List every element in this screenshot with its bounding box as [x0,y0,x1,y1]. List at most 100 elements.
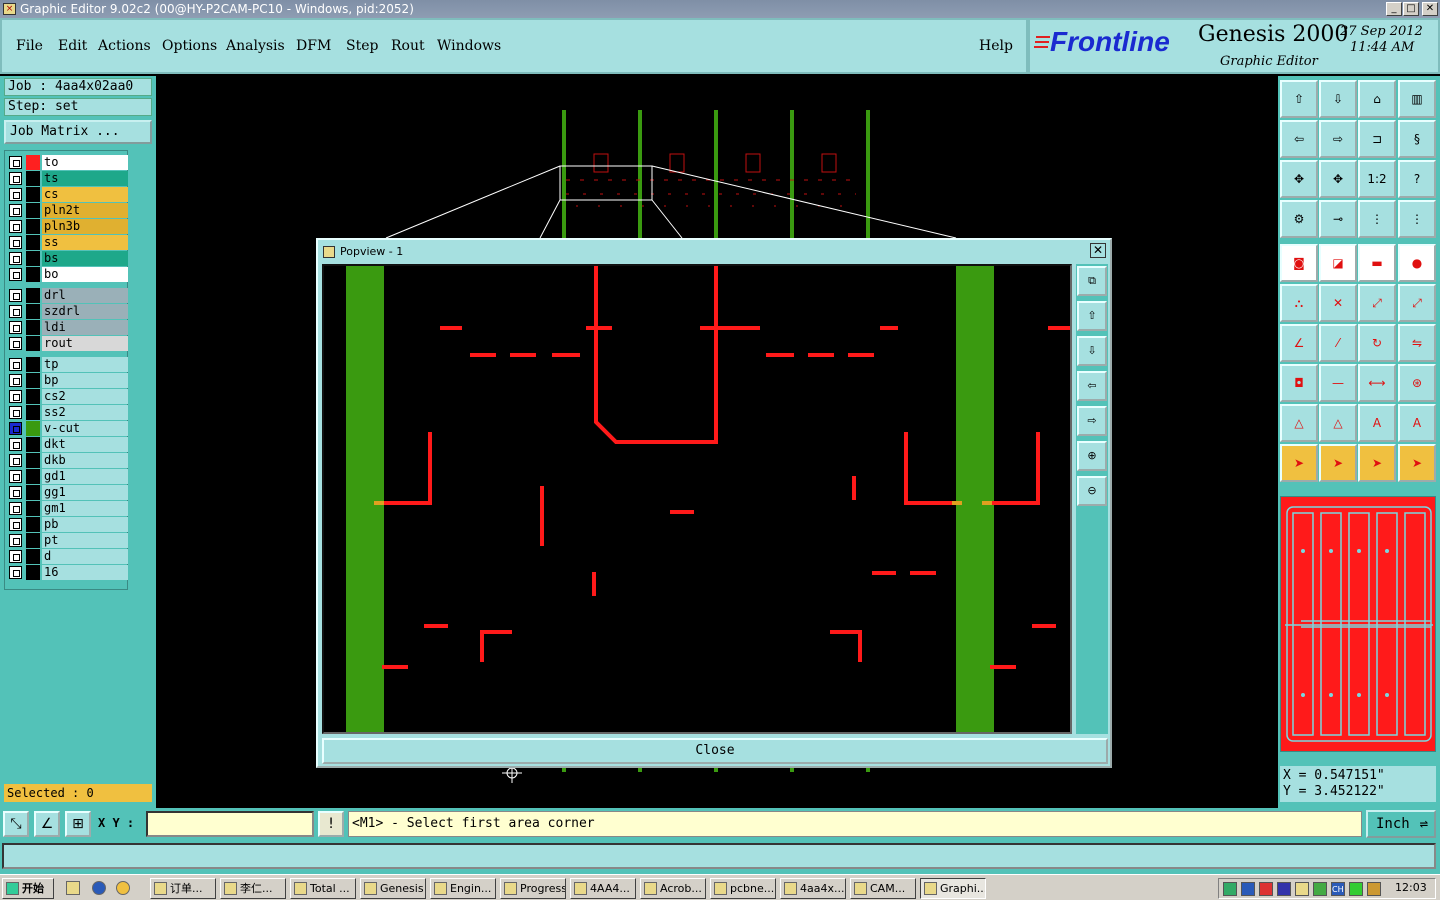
flip-icon[interactable]: ⇋ [1398,324,1436,362]
popview-pan-down-icon[interactable]: ⇩ [1077,336,1107,366]
unit-selector[interactable]: Inch ⇌ [1366,810,1436,838]
arrow-right-icon[interactable]: ⇨ [1319,120,1357,158]
layer-row-gm1[interactable]: gm1 [7,501,128,516]
layer-row-bo[interactable]: bo [7,267,128,282]
help-icon[interactable]: ? [1398,160,1436,198]
tray-network-icon[interactable] [1223,882,1237,896]
select-pad-icon[interactable]: ◙ [1280,244,1318,282]
layers-toggle-icon[interactable]: ⋮ [1358,200,1396,238]
layer-row-ss[interactable]: ss [7,235,128,250]
tray-tool-icon[interactable] [1259,882,1273,896]
layer-row-16[interactable]: 16 [7,565,128,580]
layer-checkbox[interactable] [9,358,22,371]
quicklaunch-desktop-icon[interactable] [66,881,80,895]
snap-point-icon[interactable]: ⤢ [1358,284,1396,322]
taskbar-item[interactable]: Acrob... [640,878,706,899]
layer-row-pln3b[interactable]: pln3b [7,219,128,234]
exclaim-button[interactable]: ! [318,811,344,837]
taskbar-item[interactable]: Total ... [290,878,356,899]
layer-row-bp[interactable]: bp [7,373,128,388]
layer-row-szdrl[interactable]: szdrl [7,304,128,319]
layer-checkbox[interactable] [9,188,22,201]
resize-icon[interactable]: ⤡ [3,811,29,837]
cross-icon[interactable]: ✕ [1319,284,1357,322]
layer-row-d[interactable]: d [7,549,128,564]
pointer-box-icon[interactable]: ➤ [1319,444,1357,482]
layer-checkbox[interactable] [9,268,22,281]
menu-windows[interactable]: Windows [437,38,501,54]
menu-analysis[interactable]: Analysis [226,38,285,54]
layer-row-drl[interactable]: drl [7,288,128,303]
layer-checkbox[interactable] [9,566,22,579]
layer-row-gd1[interactable]: gd1 [7,469,128,484]
layer-checkbox[interactable] [9,422,22,435]
layer-checkbox[interactable] [9,374,22,387]
menu-file[interactable]: File [16,38,43,54]
layer-checkbox[interactable] [9,534,22,547]
tray-x-icon[interactable] [1277,882,1291,896]
layer-checkbox[interactable] [9,172,22,185]
house-icon[interactable]: ⌂ [1358,80,1396,118]
menu-actions[interactable]: Actions [98,38,151,54]
s-curve-icon[interactable]: § [1398,120,1436,158]
layer-checkbox[interactable] [9,502,22,515]
popview-zoom-in-icon[interactable]: ⊕ [1077,441,1107,471]
tray-settings-icon[interactable] [1295,882,1309,896]
layer-checkbox[interactable] [9,438,22,451]
layer-checkbox[interactable] [9,305,22,318]
layer-row-pln2t[interactable]: pln2t [7,203,128,218]
layer-row-dkt[interactable]: dkt [7,437,128,452]
fit-icon[interactable]: ✥ [1280,160,1318,198]
layer-row-pb[interactable]: pb [7,517,128,532]
layer-checkbox[interactable] [9,204,22,217]
step-icon[interactable]: ⊐ [1358,120,1396,158]
scale-1-2-icon[interactable]: 1:2 [1358,160,1396,198]
angle-red-icon[interactable]: ∠ [1280,324,1318,362]
tray-volume-icon[interactable] [1367,882,1381,896]
layer-checkbox[interactable] [9,518,22,531]
dimension-icon[interactable]: ⟷ [1358,364,1396,402]
layer-checkbox[interactable] [9,220,22,233]
triangle-a-icon[interactable]: A [1358,404,1396,442]
triangle-up-icon[interactable]: △ [1319,404,1357,442]
layer-row-bs[interactable]: bs [7,251,128,266]
overview-minimap[interactable] [1280,496,1436,752]
layer-row-pt[interactable]: pt [7,533,128,548]
layer-checkbox[interactable] [9,454,22,467]
layer-checkbox[interactable] [9,289,22,302]
tray-clock-icon[interactable] [1313,882,1327,896]
taskbar-item[interactable]: pcbne... [710,878,776,899]
measure-icon[interactable]: ⚙ [1280,200,1318,238]
layer-row-ts[interactable]: ts [7,171,128,186]
taskbar-item[interactable]: Engin... [430,878,496,899]
tray-language-icon[interactable]: CH [1331,882,1345,896]
taskbar-item[interactable]: Progress [500,878,566,899]
layer-row-ss2[interactable]: ss2 [7,405,128,420]
xy-input[interactable] [146,811,314,837]
menu-edit[interactable]: Edit [58,38,87,54]
popview-pan-up-icon[interactable]: ⇧ [1077,301,1107,331]
snap-icon[interactable]: ⊸ [1319,200,1357,238]
ruler-icon[interactable]: ▬ [1358,244,1396,282]
job-matrix-button[interactable]: Job Matrix ... [4,120,152,144]
taskbar-item[interactable]: 4aa4x... [780,878,846,899]
download-icon[interactable]: ⇩ [1319,80,1357,118]
popview-zoom-fit-icon[interactable]: ⧉ [1077,266,1107,296]
snap-arrow-icon[interactable]: ⤢ [1398,284,1436,322]
menu-step[interactable]: Step [346,38,378,54]
zoom-center-icon[interactable]: ✥ [1319,160,1357,198]
quicklaunch-ie-icon[interactable] [92,881,106,895]
layer-checkbox[interactable] [9,470,22,483]
taskbar-item[interactable]: 4AA4... [570,878,636,899]
arrow-left-icon[interactable]: ⇦ [1280,120,1318,158]
taskbar-item[interactable]: Graphi... [920,878,986,899]
layer-checkbox[interactable] [9,252,22,265]
arc-icon[interactable]: ↻ [1358,324,1396,362]
connect-icon[interactable]: ⛬ [1280,284,1318,322]
layer-checkbox[interactable] [9,406,22,419]
window-split-icon[interactable]: ▥ [1398,80,1436,118]
menu-help[interactable]: Help [979,38,1013,54]
layer-checkbox[interactable] [9,337,22,350]
popview-pan-left-icon[interactable]: ⇦ [1077,371,1107,401]
popview-pan-right-icon[interactable]: ⇨ [1077,406,1107,436]
